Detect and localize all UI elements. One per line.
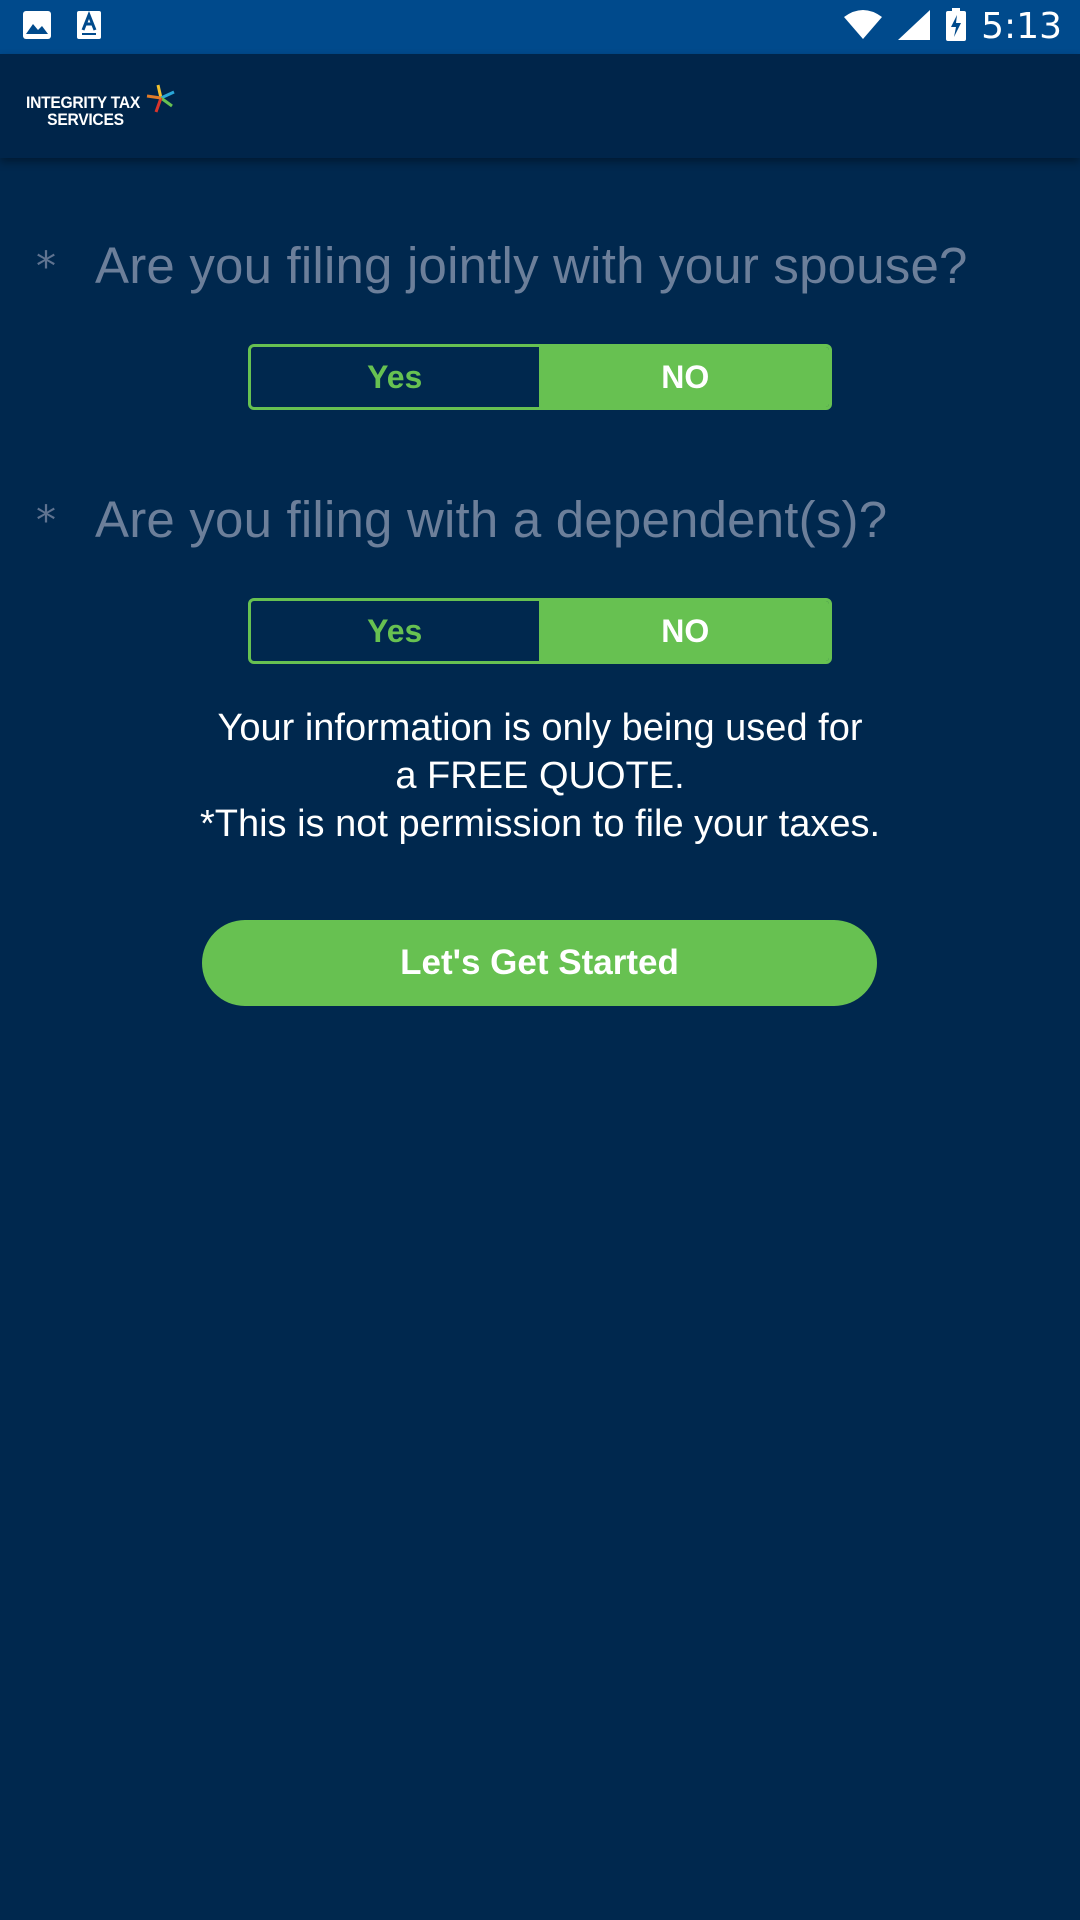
filing-jointly-no-button[interactable]: NO	[541, 347, 829, 407]
disclaimer-text: Your information is only being used for …	[0, 704, 1080, 848]
dependents-no-button[interactable]: NO	[541, 601, 829, 661]
disclaimer-line3: *This is not permission to file your tax…	[199, 803, 881, 845]
company-logo: INTEGRITY TAX SERVICES	[26, 80, 186, 136]
wifi-icon	[843, 9, 883, 46]
app-header: INTEGRITY TAX SERVICES	[0, 54, 1080, 158]
status-bar-right: 5:13	[843, 6, 1062, 48]
question-text: Are you filing jointly with your spouse?	[95, 237, 968, 294]
get-started-button[interactable]: Let's Get Started	[202, 920, 877, 1006]
status-bar: 5:13	[0, 0, 1080, 54]
required-asterisk: *	[36, 498, 56, 544]
disclaimer-line2: a FREE QUOTE.	[395, 755, 685, 797]
disclaimer-line1: Your information is only being used for	[217, 707, 863, 749]
required-asterisk: *	[36, 244, 56, 290]
logo-star-icon	[144, 84, 178, 119]
status-time: 5:13	[981, 6, 1062, 47]
logo-line2: SERVICES	[47, 110, 124, 129]
signal-icon	[897, 9, 931, 46]
logo-text: INTEGRITY TAX SERVICES	[26, 94, 140, 128]
dependents-yes-button[interactable]: Yes	[251, 601, 542, 661]
status-bar-left	[22, 10, 102, 45]
font-icon	[76, 10, 102, 45]
image-icon	[22, 10, 52, 45]
filing-jointly-toggle[interactable]: Yes NO	[248, 344, 832, 410]
dependents-toggle[interactable]: Yes NO	[248, 598, 832, 664]
battery-charging-icon	[945, 7, 967, 47]
filing-jointly-yes-button[interactable]: Yes	[251, 347, 542, 407]
question-text: Are you filing with a dependent(s)?	[95, 491, 888, 548]
